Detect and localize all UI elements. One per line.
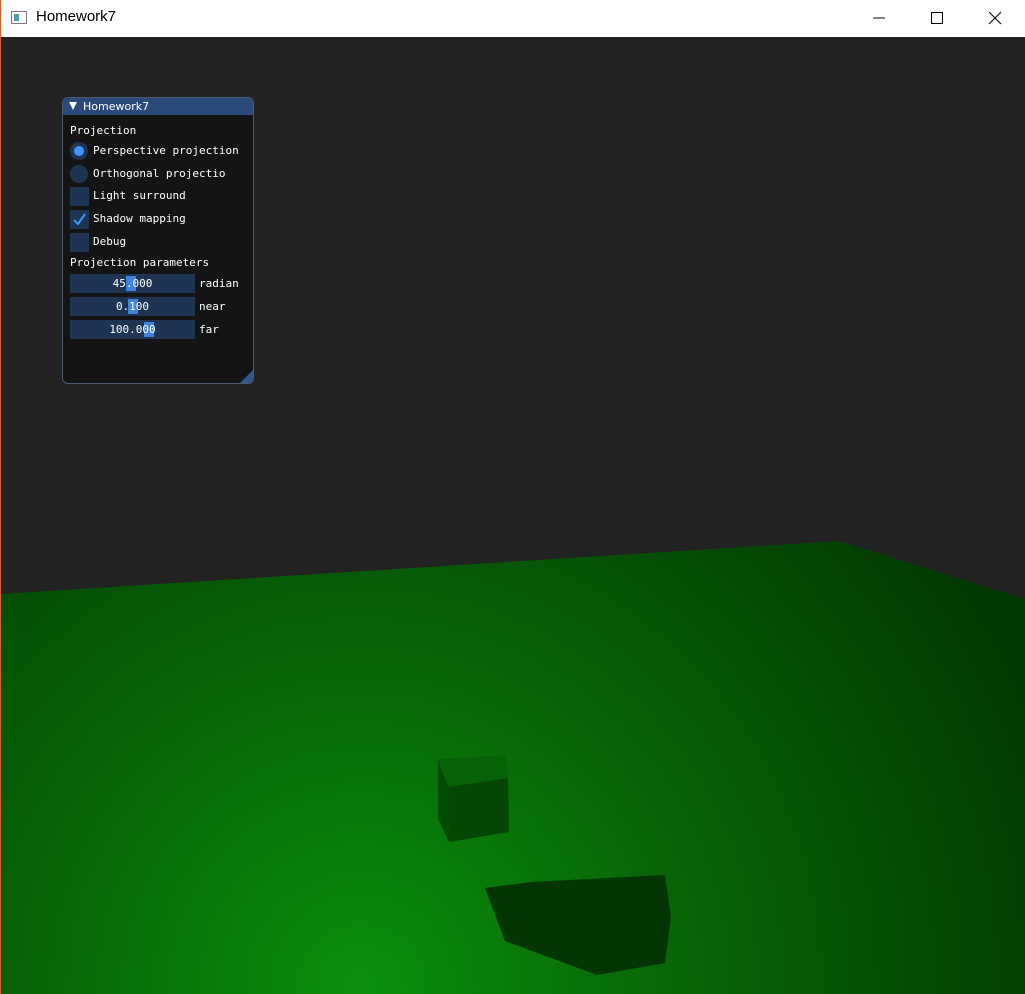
radio-selected-dot <box>74 146 84 156</box>
projection-section-label: Projection <box>70 124 137 137</box>
collapse-arrow-icon[interactable] <box>69 102 77 110</box>
maximize-button[interactable] <box>908 0 966 36</box>
app-window: Homework7 Homework7 Projection Perspecti… <box>0 0 1025 994</box>
slider-far-label: far <box>199 323 219 336</box>
slider-track[interactable]: 45.000 <box>70 274 195 293</box>
panel-title: Homework7 <box>83 100 150 113</box>
checkbox-box[interactable] <box>70 233 89 252</box>
window-title: Homework7 <box>36 8 117 25</box>
radio-button-icon[interactable] <box>70 165 88 183</box>
radio-orthogonal-label: Orthogonal projectio <box>93 167 226 180</box>
settings-panel[interactable]: Homework7 Projection Perspective project… <box>62 97 254 384</box>
title-bar[interactable]: Homework7 <box>1 0 1025 36</box>
cube <box>438 755 509 842</box>
slider-radian-value: 45.000 <box>112 277 153 290</box>
checkbox-shadow-mapping-label: Shadow mapping <box>93 212 186 225</box>
checkbox-box[interactable] <box>70 210 89 229</box>
checkbox-debug-label: Debug <box>93 235 127 248</box>
resize-grip-icon[interactable] <box>240 370 253 383</box>
slider-near-label: near <box>199 300 226 313</box>
slider-near-value: 0.100 <box>115 300 150 313</box>
panel-title-bar[interactable]: Homework7 <box>63 98 253 115</box>
projection-params-label: Projection parameters <box>70 256 210 269</box>
close-icon <box>988 11 1002 25</box>
checkbox-box[interactable] <box>70 187 89 206</box>
app-window-icon <box>11 11 27 24</box>
slider-far-value: 100.000 <box>109 323 156 336</box>
checkmark-icon <box>73 213 86 226</box>
slider-track[interactable]: 100.000 <box>70 320 195 339</box>
close-button[interactable] <box>966 0 1024 36</box>
maximize-icon <box>931 12 943 24</box>
slider-track[interactable]: 0.100 <box>70 297 195 316</box>
slider-radian-label: radian <box>199 277 239 290</box>
render-viewport[interactable]: Homework7 Projection Perspective project… <box>1 37 1025 994</box>
radio-perspective-label: Perspective projection <box>93 144 239 157</box>
minimize-button[interactable] <box>850 0 908 36</box>
radio-button-icon[interactable] <box>70 142 88 160</box>
checkbox-light-surround-label: Light surround <box>93 189 186 202</box>
minimize-icon <box>873 17 885 19</box>
